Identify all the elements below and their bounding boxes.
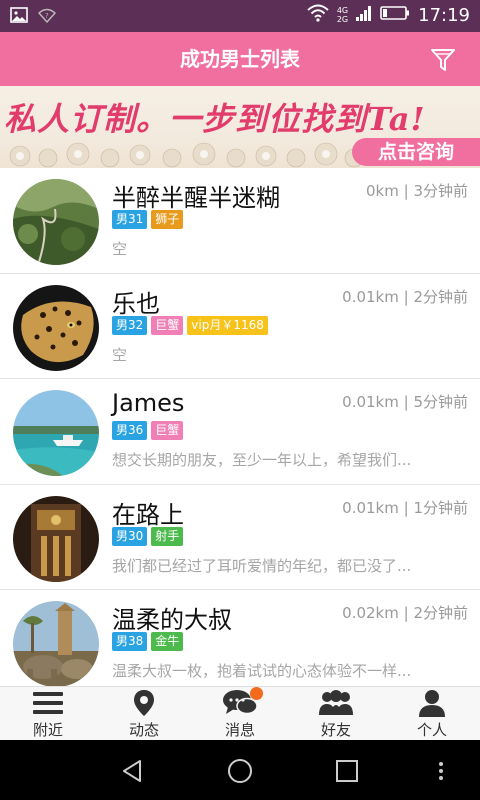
more-icon xyxy=(439,762,443,780)
bio: 想交长期的朋友，至少一年以上，希望我们... xyxy=(112,451,412,469)
avatar[interactable] xyxy=(13,495,99,582)
recents-icon xyxy=(336,760,358,782)
list-item[interactable]: 在路上 0.01km | 1分钟前 男30 射手 我们都已经过了耳听爱情的年纪，… xyxy=(0,485,480,590)
promo-banner[interactable]: 私人订制。一步到位找到Ta! 点击咨询 xyxy=(0,86,480,168)
network-type: 4G 2G xyxy=(337,6,348,24)
nav-label: 附近 xyxy=(32,721,63,739)
user-name: 乐也 xyxy=(112,289,160,318)
avatar[interactable] xyxy=(13,390,99,476)
nav-label: 动态 xyxy=(128,721,159,739)
page-title: 成功男士列表 xyxy=(180,47,300,71)
wifi-icon xyxy=(307,4,329,26)
time: 5分钟前 xyxy=(413,393,468,411)
person-icon xyxy=(418,688,446,718)
avatar[interactable] xyxy=(13,601,99,686)
status-time: 17:19 xyxy=(418,4,470,26)
status-right: 4G 2G 17:19 xyxy=(307,4,470,26)
distance: 0km xyxy=(366,182,399,200)
list-item[interactable]: 半醉半醒半迷糊 0km | 3分钟前 男31 狮子 空 xyxy=(0,168,480,274)
filter-button[interactable] xyxy=(428,45,458,75)
time: 2分钟前 xyxy=(413,604,468,622)
list-item[interactable]: James 0.01km | 5分钟前 男36 巨蟹 想交长期的朋友，至少一年以… xyxy=(0,379,480,485)
network-type-bottom: 2G xyxy=(336,15,349,24)
user-name: 温柔的大叔 xyxy=(112,606,232,634)
time: 1分钟前 xyxy=(413,498,468,517)
wifi-question-icon: ? xyxy=(38,7,56,27)
system-nav-bar xyxy=(0,740,480,800)
signal-icon xyxy=(356,4,372,26)
unread-badge xyxy=(250,687,263,700)
status-bar: ? 4G 2G 17:19 xyxy=(0,0,480,32)
tags: 男32 巨蟹 vip月￥1168 xyxy=(112,315,268,335)
distance: 0.01km xyxy=(342,287,399,306)
time: 2分钟前 xyxy=(413,287,468,306)
battery-icon xyxy=(380,5,410,25)
zodiac-tag: 射手 xyxy=(151,526,184,546)
list-item[interactable]: 温柔的大叔 0.02km | 2分钟前 男38 金牛 温柔大叔一枚，抱着试试的心… xyxy=(0,590,480,686)
back-icon xyxy=(123,760,141,782)
user-name: 在路上 xyxy=(112,500,184,529)
zodiac-tag: 狮子 xyxy=(151,210,184,229)
avatar[interactable] xyxy=(13,284,99,371)
distance-time: 0.01km | 2分钟前 xyxy=(342,287,468,306)
distance-time: 0km | 3分钟前 xyxy=(366,182,468,200)
home-icon xyxy=(228,759,252,783)
nav-nearby[interactable]: 附近 xyxy=(0,687,96,740)
zodiac-tag: 巨蟹 xyxy=(151,315,184,335)
user-name: James xyxy=(112,389,185,417)
group-icon xyxy=(317,688,355,718)
recents-button[interactable] xyxy=(334,758,360,784)
distance: 0.01km xyxy=(342,498,399,517)
home-button[interactable] xyxy=(227,758,253,784)
svg-text:?: ? xyxy=(45,12,49,20)
vip-tag: vip月￥1168 xyxy=(187,315,268,335)
bottom-nav: 附近 动态 消息 好友 个人 xyxy=(0,686,480,740)
list-item[interactable]: 乐也 0.01km | 2分钟前 男32 巨蟹 vip月￥1168 空 xyxy=(0,274,480,379)
nav-friends[interactable]: 好友 xyxy=(288,687,384,740)
nav-messages[interactable]: 消息 xyxy=(192,687,288,740)
distance-time: 0.02km | 2分钟前 xyxy=(342,604,468,622)
tags: 男38 金牛 xyxy=(112,632,184,651)
back-button[interactable] xyxy=(120,758,146,784)
gender-age-tag: 男32 xyxy=(112,315,148,335)
distance-time: 0.01km | 1分钟前 xyxy=(342,498,468,517)
nav-label: 好友 xyxy=(320,721,351,739)
location-pin-icon xyxy=(133,688,155,718)
network-type-top: 4G xyxy=(336,6,349,15)
bio: 空 xyxy=(112,240,128,258)
zodiac-tag: 金牛 xyxy=(151,632,184,651)
user-name: 半醉半醒半迷糊 xyxy=(112,184,280,212)
tags: 男31 狮子 xyxy=(112,210,184,229)
gender-age-tag: 男36 xyxy=(112,421,148,440)
distance-time: 0.01km | 5分钟前 xyxy=(342,393,468,411)
gender-age-tag: 男30 xyxy=(112,526,148,546)
nav-label: 消息 xyxy=(224,721,255,739)
more-button[interactable] xyxy=(428,758,454,784)
distance: 0.01km xyxy=(342,393,399,411)
image-icon xyxy=(10,6,28,28)
zodiac-tag: 巨蟹 xyxy=(151,421,184,440)
user-list[interactable]: 半醉半醒半迷糊 0km | 3分钟前 男31 狮子 空 乐也 0.01km | … xyxy=(0,168,480,686)
gender-age-tag: 男31 xyxy=(112,210,148,229)
time: 3分钟前 xyxy=(413,182,468,200)
bio: 温柔大叔一枚，抱着试试的心态体验不一样... xyxy=(112,662,412,680)
menu-lines-icon xyxy=(33,688,63,718)
tags: 男36 巨蟹 xyxy=(112,421,184,440)
status-left: ? xyxy=(10,6,56,28)
banner-headline: 私人订制。一步到位找到Ta! xyxy=(4,100,426,138)
distance: 0.02km xyxy=(342,604,399,622)
bio: 我们都已经过了耳听爱情的年纪，都已没了... xyxy=(112,556,412,575)
consult-button[interactable]: 点击咨询 xyxy=(352,138,480,166)
tags: 男30 射手 xyxy=(112,526,184,546)
filter-icon xyxy=(431,49,455,71)
gender-age-tag: 男38 xyxy=(112,632,148,651)
nav-profile[interactable]: 个人 xyxy=(384,687,480,740)
bio: 空 xyxy=(112,345,128,364)
app-header: 成功男士列表 xyxy=(0,32,480,86)
nav-moments[interactable]: 动态 xyxy=(96,687,192,740)
avatar[interactable] xyxy=(13,179,99,265)
nav-label: 个人 xyxy=(416,721,447,739)
